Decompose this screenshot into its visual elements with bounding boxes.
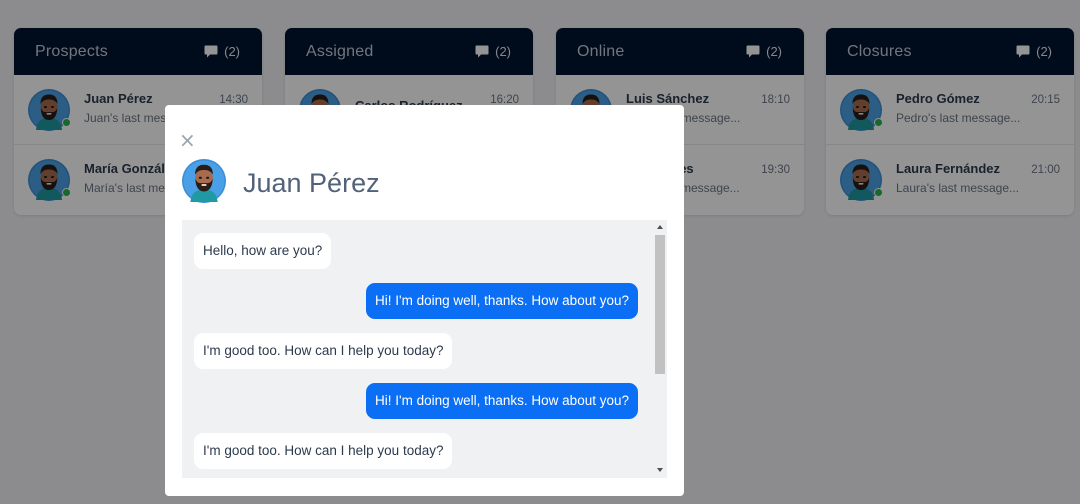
scroll-up-icon[interactable]: [657, 225, 663, 229]
modal-title: Juan Pérez: [243, 167, 380, 198]
message-row: Hi! I'm doing well, thanks. How about yo…: [182, 383, 654, 419]
chat-modal: × Juan Pérez Hello, how are you? Hi! I'm…: [165, 105, 684, 496]
modal-header: Juan Pérez: [182, 159, 380, 203]
message-row: I'm good too. How can I help you today?: [182, 333, 654, 369]
close-icon[interactable]: ×: [179, 130, 196, 150]
scrollbar[interactable]: [653, 220, 667, 478]
message-row: Hi! I'm doing well, thanks. How about yo…: [182, 283, 654, 319]
scroll-down-icon[interactable]: [657, 468, 663, 472]
received-message: I'm good too. How can I help you today?: [194, 433, 453, 469]
sent-message: Hi! I'm doing well, thanks. How about yo…: [366, 383, 638, 419]
avatar: [182, 159, 226, 203]
message-row: Hello, how are you?: [182, 233, 654, 269]
received-message: Hello, how are you?: [194, 233, 332, 269]
message-list[interactable]: Hello, how are you? Hi! I'm doing well, …: [182, 220, 667, 478]
scroll-thumb[interactable]: [655, 235, 665, 374]
sent-message: Hi! I'm doing well, thanks. How about yo…: [366, 283, 638, 319]
message-row: I'm good too. How can I help you today?: [182, 433, 654, 469]
received-message: I'm good too. How can I help you today?: [194, 333, 453, 369]
avatar-icon: [182, 159, 226, 203]
